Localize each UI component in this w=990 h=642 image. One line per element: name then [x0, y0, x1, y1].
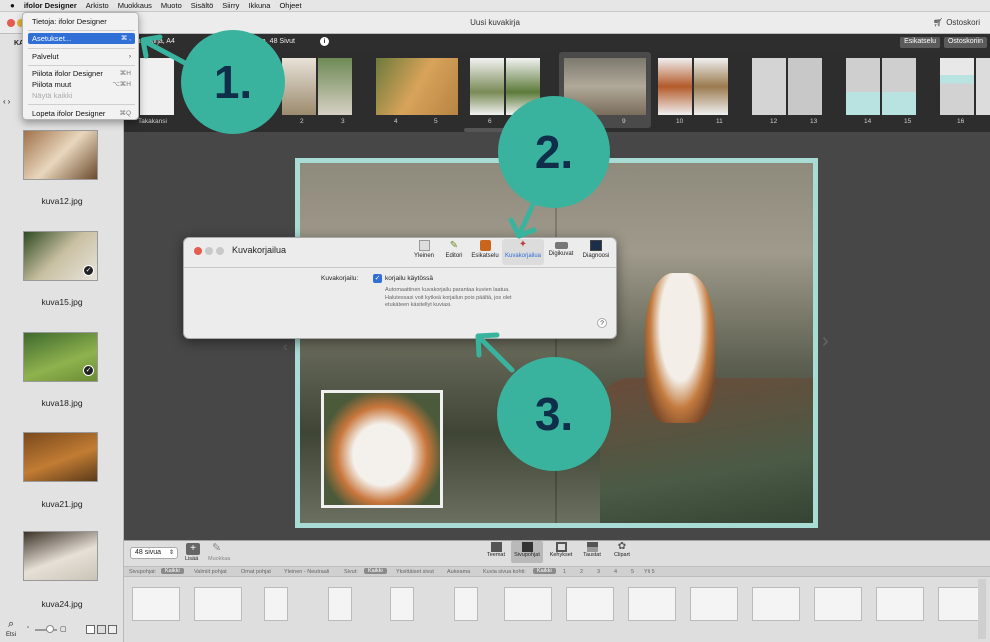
callout-badge-3: 3. — [497, 357, 611, 471]
callout-badge-2: 2. — [498, 96, 610, 208]
arrow-3-line — [477, 335, 515, 373]
callout-badge-1: 1. — [181, 30, 285, 134]
callout-arrows — [140, 34, 538, 373]
